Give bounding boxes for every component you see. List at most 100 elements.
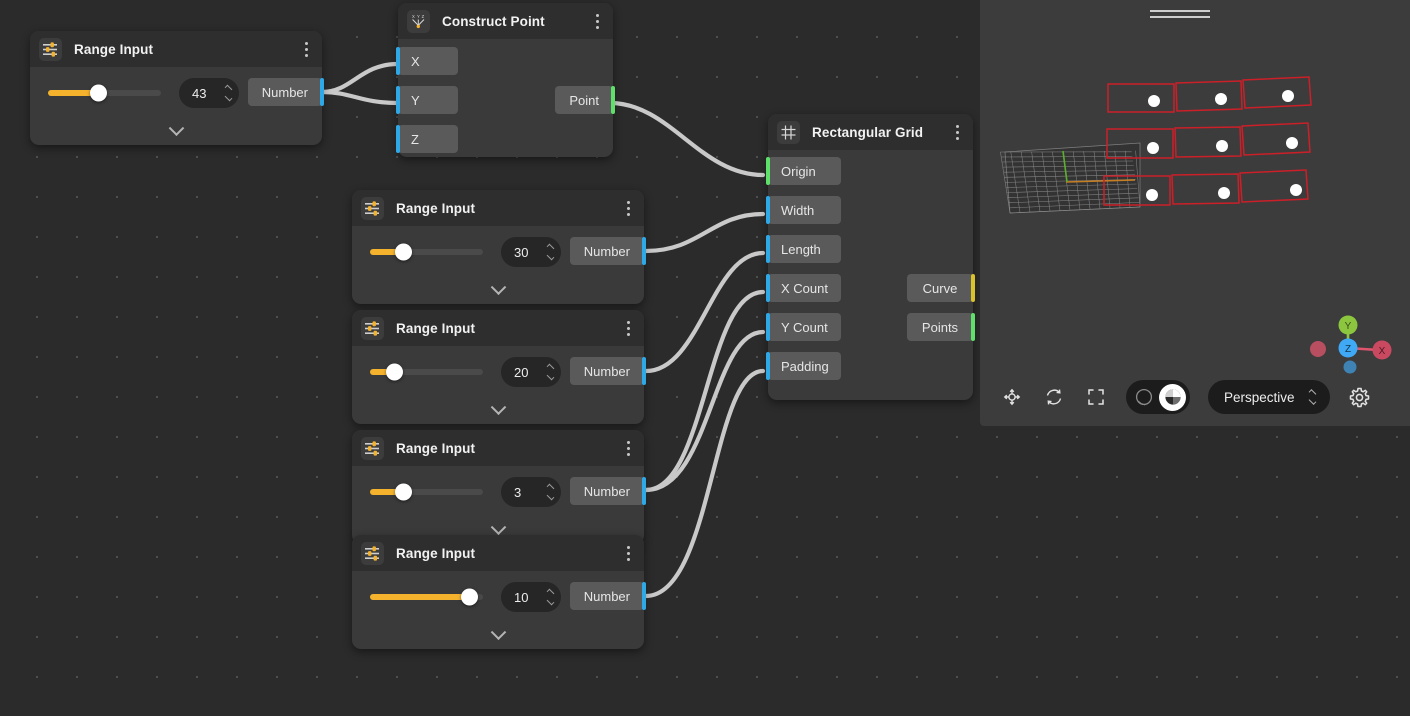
output-port-number-4[interactable]: Number xyxy=(570,477,644,505)
expand-chevron-icon[interactable] xyxy=(352,623,644,649)
node-body: 30 Number xyxy=(352,226,644,304)
range-value-field-2[interactable]: 30 xyxy=(501,237,561,267)
node-menu-button[interactable] xyxy=(589,11,605,31)
output-port-label: Number xyxy=(584,484,630,499)
gear-icon[interactable] xyxy=(1348,385,1372,409)
range-slider-5[interactable] xyxy=(370,594,483,600)
input-port-padding[interactable]: Padding xyxy=(768,352,841,380)
port-connector xyxy=(396,125,400,153)
range-value-text: 3 xyxy=(501,485,521,500)
node-menu-button[interactable] xyxy=(620,198,636,218)
node-title: Range Input xyxy=(74,42,153,57)
input-port-width[interactable]: Width xyxy=(768,196,841,224)
sliders-icon xyxy=(39,38,62,61)
input-port-label: Origin xyxy=(781,164,816,179)
axis-y-label: Y xyxy=(1345,321,1352,332)
range-value-text: 20 xyxy=(501,365,528,380)
node-header[interactable]: Rectangular Grid xyxy=(768,114,973,150)
output-port-point[interactable]: Point xyxy=(555,86,613,114)
expand-chevron-icon[interactable] xyxy=(30,119,322,145)
input-port-y[interactable]: Y xyxy=(398,86,458,114)
viewport-toolbar[interactable]: Perspective xyxy=(1000,380,1372,414)
output-port-label: Number xyxy=(584,244,630,259)
node-header[interactable]: Range Input xyxy=(352,430,644,466)
node-menu-button[interactable] xyxy=(620,318,636,338)
stepper-arrows[interactable] xyxy=(225,87,232,100)
node-rectangular-grid[interactable]: Rectangular Grid Origin Width Length X C… xyxy=(768,114,973,400)
node-header[interactable]: X Y Z Construct Point xyxy=(398,3,613,39)
rotate-view-icon[interactable] xyxy=(1042,385,1066,409)
sliders-icon xyxy=(361,197,384,220)
range-slider-3[interactable] xyxy=(370,369,483,375)
node-construct-point[interactable]: X Y Z Construct Point X Y Z xyxy=(398,3,613,157)
stepper-arrows[interactable] xyxy=(547,591,554,604)
output-port-number-1[interactable]: Number xyxy=(248,78,322,106)
stepper-arrows[interactable] xyxy=(547,366,554,379)
node-menu-button[interactable] xyxy=(949,122,965,142)
node-range-input-4[interactable]: Range Input 3 Number xyxy=(352,430,644,544)
ground-grid xyxy=(1000,143,1140,213)
input-port-length[interactable]: Length xyxy=(768,235,841,263)
node-body: 20 Number xyxy=(352,346,644,424)
node-header[interactable]: Range Input xyxy=(352,535,644,571)
range-slider-1[interactable] xyxy=(48,90,161,96)
stepper-arrows[interactable] xyxy=(547,246,554,259)
shading-mode-group[interactable] xyxy=(1126,380,1190,414)
input-port-x[interactable]: X xyxy=(398,47,458,75)
node-header[interactable]: Range Input xyxy=(352,190,644,226)
output-port-curve[interactable]: Curve xyxy=(907,274,973,302)
sliders-icon xyxy=(361,437,384,460)
output-port-number-3[interactable]: Number xyxy=(570,357,644,385)
node-range-input-3[interactable]: Range Input 20 Number xyxy=(352,310,644,424)
node-menu-button[interactable] xyxy=(298,39,314,59)
range-value-field-3[interactable]: 20 xyxy=(501,357,561,387)
input-port-label: Z xyxy=(411,132,419,147)
node-title: Range Input xyxy=(396,321,475,336)
input-port-origin[interactable]: Origin xyxy=(768,157,841,185)
node-range-input-1[interactable]: Range Input 43 Number xyxy=(30,31,322,145)
port-connector xyxy=(642,357,646,385)
pan-orbit-icon[interactable] xyxy=(1000,385,1024,409)
expand-chevron-icon[interactable] xyxy=(352,398,644,424)
projection-dropdown[interactable]: Perspective xyxy=(1208,380,1330,414)
input-port-label: Width xyxy=(781,203,814,218)
node-range-input-5[interactable]: Range Input 10 Number xyxy=(352,535,644,649)
range-value-field-1[interactable]: 43 xyxy=(179,78,239,108)
range-slider-2[interactable] xyxy=(370,249,483,255)
slider-knob[interactable] xyxy=(395,244,412,261)
range-value-field-5[interactable]: 10 xyxy=(501,582,561,612)
output-port-points[interactable]: Points xyxy=(907,313,973,341)
node-header[interactable]: Range Input xyxy=(30,31,322,67)
input-port-y-count[interactable]: Y Count xyxy=(768,313,841,341)
slider-knob[interactable] xyxy=(461,589,478,606)
expand-chevron-icon[interactable] xyxy=(352,278,644,304)
input-port-x-count[interactable]: X Count xyxy=(768,274,841,302)
node-menu-button[interactable] xyxy=(620,543,636,563)
sliders-icon xyxy=(361,317,384,340)
port-connector xyxy=(766,157,770,185)
range-value-field-4[interactable]: 3 xyxy=(501,477,561,507)
port-connector xyxy=(642,237,646,265)
slider-knob[interactable] xyxy=(386,364,403,381)
svg-text:Y: Y xyxy=(417,14,420,19)
axis-gizmo[interactable]: Y X Z xyxy=(1300,308,1400,380)
slider-knob[interactable] xyxy=(395,484,412,501)
viewport-panel[interactable]: Y X Z xyxy=(980,0,1410,426)
port-connector xyxy=(642,582,646,610)
node-header[interactable]: Range Input xyxy=(352,310,644,346)
node-menu-button[interactable] xyxy=(620,438,636,458)
stepper-arrows[interactable] xyxy=(547,486,554,499)
slider-knob[interactable] xyxy=(90,85,107,102)
wireframe-shading-icon[interactable] xyxy=(1130,384,1157,411)
shaded-display-icon[interactable] xyxy=(1159,384,1186,411)
range-slider-4[interactable] xyxy=(370,489,483,495)
output-port-number-2[interactable]: Number xyxy=(570,237,644,265)
zoom-extents-icon[interactable] xyxy=(1084,385,1108,409)
node-editor-canvas[interactable]: Range Input 43 Number xyxy=(0,0,1410,716)
input-port-z[interactable]: Z xyxy=(398,125,458,153)
input-port-label: Y Count xyxy=(781,320,828,335)
input-port-label: Padding xyxy=(781,359,829,374)
node-range-input-2[interactable]: Range Input 30 Number xyxy=(352,190,644,304)
output-port-number-5[interactable]: Number xyxy=(570,582,644,610)
port-connector xyxy=(766,313,770,341)
